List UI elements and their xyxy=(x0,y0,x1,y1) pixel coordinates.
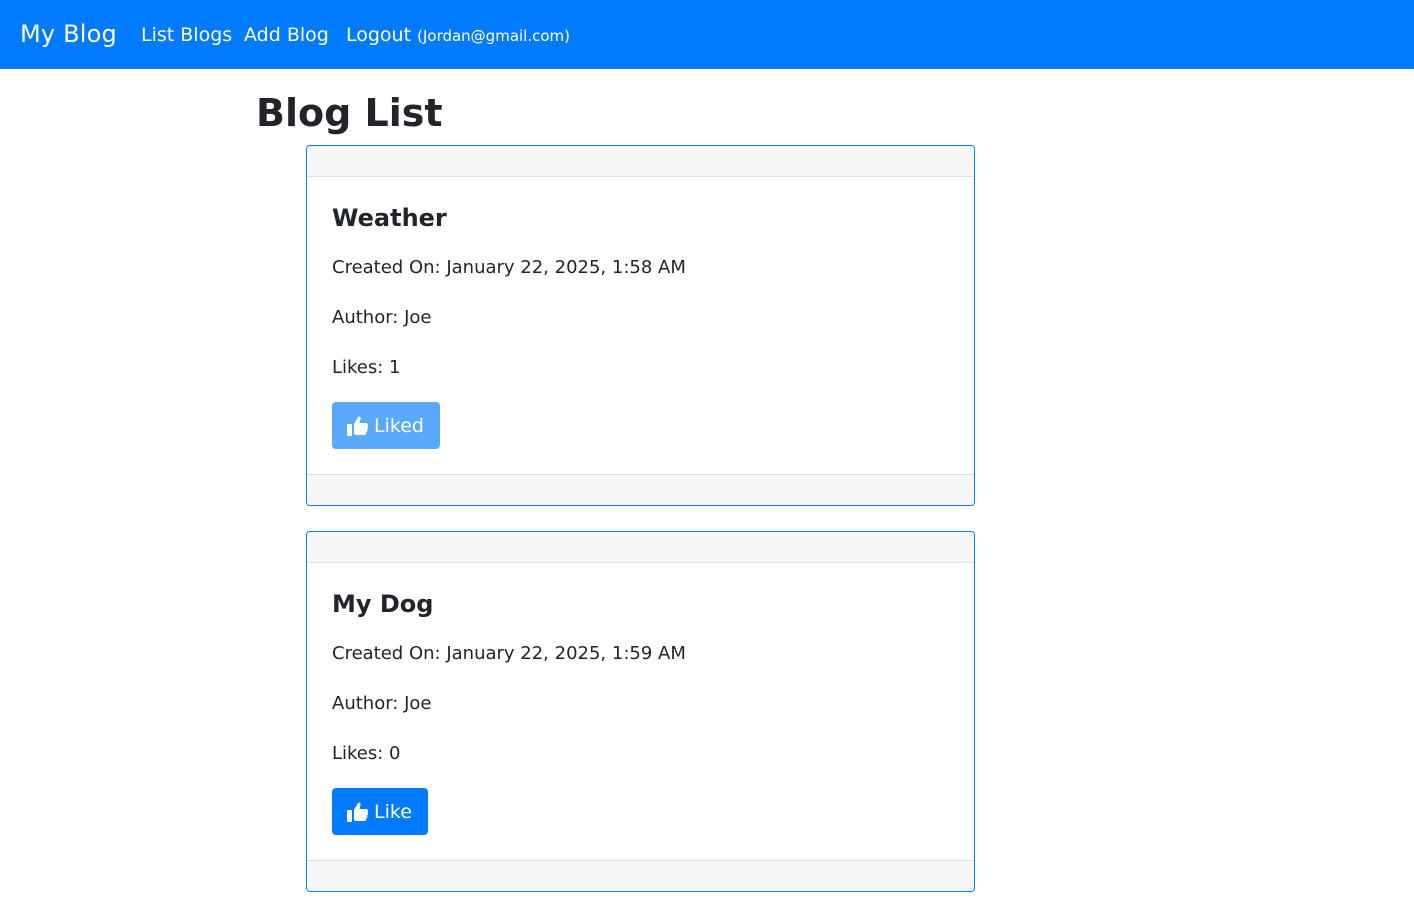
navbar: My Blog List Blogs Add Blog Logout (Jord… xyxy=(0,0,1414,69)
card-header xyxy=(307,532,974,563)
card-header xyxy=(307,146,974,177)
logout-label: Logout xyxy=(346,24,412,46)
blog-card: My Dog Created On: January 22, 2025, 1:5… xyxy=(306,531,975,892)
card-footer xyxy=(307,860,974,891)
blog-card: Weather Created On: January 22, 2025, 1:… xyxy=(306,145,975,506)
brand-link[interactable]: My Blog xyxy=(20,18,117,50)
nav-link-list-blogs[interactable]: List Blogs xyxy=(141,22,232,48)
blog-title: Weather xyxy=(332,204,447,232)
thumbs-up-icon xyxy=(347,802,369,822)
blog-likes: Likes: 1 xyxy=(332,357,401,378)
card-footer xyxy=(307,474,974,505)
blog-created-date: Created On: January 22, 2025, 1:59 AM xyxy=(332,643,686,664)
liked-button[interactable]: Liked xyxy=(332,402,440,449)
user-email: (Jordan@gmail.com) xyxy=(417,27,571,45)
blog-created-date: Created On: January 22, 2025, 1:58 AM xyxy=(332,257,686,278)
thumbs-up-icon xyxy=(347,416,369,436)
blog-author: Author: Joe xyxy=(332,693,432,714)
blog-author: Author: Joe xyxy=(332,307,432,328)
like-button-label: Like xyxy=(374,800,412,823)
blog-title: My Dog xyxy=(332,590,434,618)
nav-link-logout[interactable]: Logout (Jordan@gmail.com) xyxy=(346,22,570,49)
page-title: Blog List xyxy=(256,91,443,135)
blog-likes: Likes: 0 xyxy=(332,743,401,764)
nav-link-add-blog[interactable]: Add Blog xyxy=(244,22,329,48)
liked-button-label: Liked xyxy=(374,414,424,437)
like-button[interactable]: Like xyxy=(332,788,428,835)
